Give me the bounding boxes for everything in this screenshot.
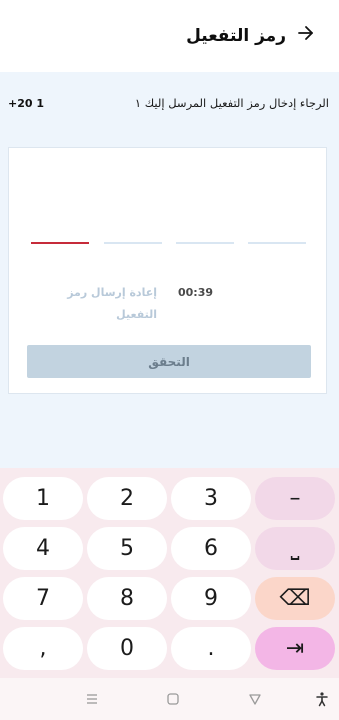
system-navbar	[0, 678, 339, 720]
menu-icon[interactable]	[81, 688, 103, 710]
key-3[interactable]: 3	[171, 477, 251, 520]
arrow-right-icon[interactable]	[295, 22, 317, 44]
app-header: رمز التفعيل	[0, 0, 339, 72]
key-space[interactable]: ⎵	[255, 527, 335, 570]
otp-slot-1[interactable]	[31, 242, 89, 244]
verify-button[interactable]: التحقق	[27, 345, 311, 378]
instruction-row: +20 1 الرجاء إدخال رمز التفعيل المرسل إل…	[8, 94, 329, 112]
key-6[interactable]: 6	[171, 527, 251, 570]
instruction-text: الرجاء إدخال رمز التفعيل المرسل إليك ١	[134, 96, 329, 110]
key-period[interactable]: .	[171, 627, 251, 670]
otp-card: 00:39 إعادة إرسال رمز التفعيل التحقق	[8, 147, 327, 394]
key-backspace[interactable]: ⌫	[255, 577, 335, 620]
key-0[interactable]: 0	[87, 627, 167, 670]
back-icon[interactable]	[244, 688, 266, 710]
phone-number: +20 1	[8, 96, 45, 110]
key-4[interactable]: 4	[3, 527, 83, 570]
home-icon[interactable]	[162, 688, 184, 710]
key-1[interactable]: 1	[3, 477, 83, 520]
otp-slot-3[interactable]	[176, 242, 234, 244]
key-2[interactable]: 2	[87, 477, 167, 520]
key-8[interactable]: 8	[87, 577, 167, 620]
key-next[interactable]: ⇥	[255, 627, 335, 670]
key-7[interactable]: 7	[3, 577, 83, 620]
page-title: رمز التفعيل	[186, 26, 286, 46]
resend-code-link[interactable]: إعادة إرسال رمز التفعيل	[57, 282, 157, 326]
key-5[interactable]: 5	[87, 527, 167, 570]
key-9[interactable]: 9	[171, 577, 251, 620]
accessibility-icon[interactable]	[311, 688, 333, 710]
key-minus[interactable]: –	[255, 477, 335, 520]
numeric-keypad: 1 2 3 – 4 5 6 ⎵ 7 8 9 ⌫ , 0 . ⇥	[0, 468, 339, 678]
otp-slot-4[interactable]	[248, 242, 306, 244]
otp-slot-2[interactable]	[104, 242, 162, 244]
countdown-timer: 00:39	[178, 286, 214, 299]
key-comma[interactable]: ,	[3, 627, 83, 670]
